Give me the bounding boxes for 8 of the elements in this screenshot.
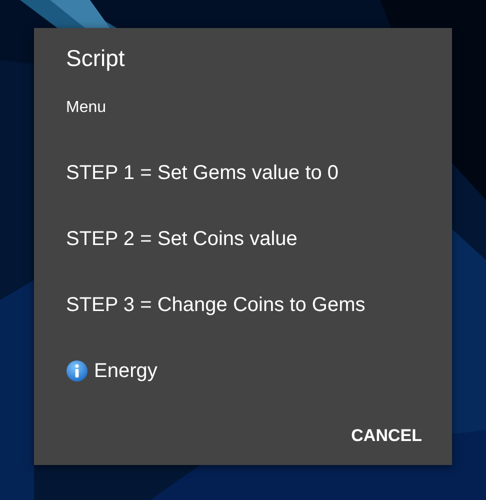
menu-label: Menu <box>66 98 108 118</box>
info-icon <box>66 360 88 382</box>
menu-item[interactable]: STEP 1 = Set Gems value to 0 <box>66 140 339 206</box>
menu-item[interactable]: STEP 2 = Set Coins value <box>66 206 298 272</box>
cancel-button[interactable]: CANCEL <box>351 418 422 454</box>
dialog-title: Script <box>66 44 126 72</box>
menu-item[interactable]: STEP 3 = Change Coins to Gems <box>66 272 366 338</box>
menu-item[interactable]: Energy <box>66 338 158 404</box>
